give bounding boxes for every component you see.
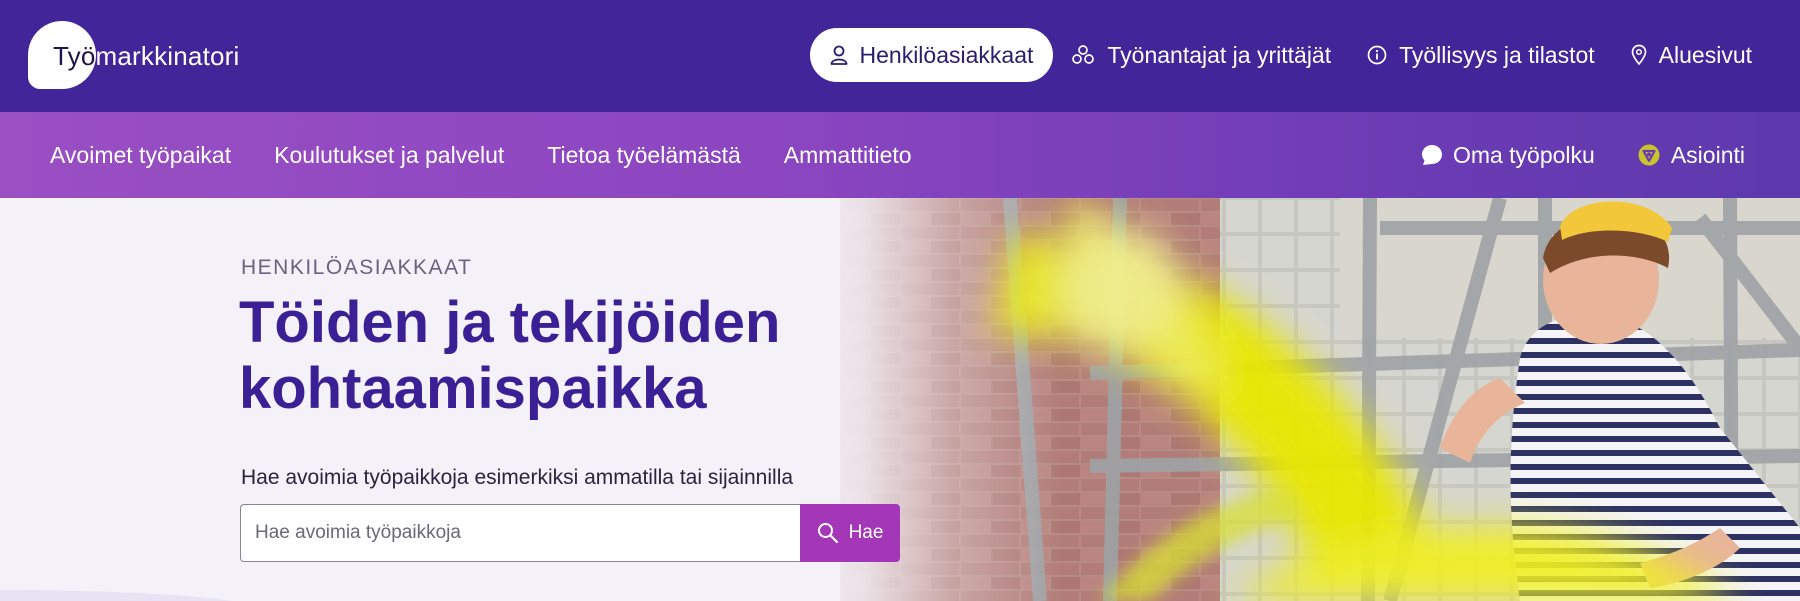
asiointi-icon	[1638, 144, 1660, 166]
search-icon	[817, 523, 838, 544]
top-header: Työmarkkinatori Henkilöasiakkaat Työnant…	[0, 0, 1800, 112]
location-pin-icon	[1631, 44, 1647, 66]
job-search-form: Hae	[240, 504, 900, 562]
audience-link-aluesivut[interactable]: Aluesivut	[1613, 28, 1770, 82]
hero-section: HENKILÖASIAKKAAT Töiden ja tekijöiden ko…	[0, 198, 1800, 601]
hero-title-line2: kohtaamispaikka	[239, 356, 707, 421]
nav-link-label: Asiointi	[1670, 141, 1745, 168]
nav-link-asiointi[interactable]: Asiointi	[1637, 142, 1745, 169]
nav-link-ammattitieto[interactable]: Ammattitieto	[784, 142, 912, 169]
search-button-label: Hae	[848, 522, 884, 543]
nav-link-koulutukset[interactable]: Koulutukset ja palvelut	[274, 142, 504, 169]
hero-title: Töiden ja tekijöiden kohtaamispaikka	[239, 290, 939, 422]
audience-link-tyollisyys[interactable]: Työllisyys ja tilastot	[1349, 28, 1613, 82]
main-nav: Avoimet työpaikat Koulutukset ja palvelu…	[0, 112, 1800, 198]
hero-eyebrow: HENKILÖASIAKKAAT	[241, 256, 473, 279]
logo-text-part1: Työ	[53, 41, 96, 71]
info-icon	[1367, 45, 1387, 65]
job-search-input[interactable]	[240, 504, 800, 562]
audience-link-label: Työnantajat ja yrittäjät	[1107, 41, 1332, 68]
logo-text-part2: markkinatori	[95, 41, 240, 71]
nav-link-oma-tyopolku[interactable]: Oma työpolku	[1421, 142, 1595, 169]
people-group-icon	[1072, 45, 1095, 64]
audience-link-label: Henkilöasiakkaat	[859, 41, 1034, 68]
audience-link-henkiloasiakkaat[interactable]: Henkilöasiakkaat	[809, 28, 1054, 82]
audience-link-label: Aluesivut	[1658, 41, 1752, 68]
nav-link-tietoa-tyoelamasta[interactable]: Tietoa työelämästä	[547, 142, 740, 169]
audience-link-tyonantajat[interactable]: Työnantajat ja yrittäjät	[1053, 28, 1349, 82]
hero-title-line1: Töiden ja tekijöiden	[239, 290, 781, 355]
person-icon	[830, 45, 847, 65]
nav-link-avoimet-tyopaikat[interactable]: Avoimet työpaikat	[50, 142, 231, 169]
search-button[interactable]: Hae	[800, 504, 900, 562]
search-label: Hae avoimia työpaikkoja esimerkiksi amma…	[241, 466, 794, 489]
audience-nav: Henkilöasiakkaat Työnantajat ja yrittäjä…	[809, 28, 1771, 82]
audience-link-label: Työllisyys ja tilastot	[1399, 41, 1595, 68]
speech-bubble-icon	[1421, 145, 1442, 165]
main-nav-left: Avoimet työpaikat Koulutukset ja palvelu…	[50, 112, 955, 198]
main-nav-right: Oma työpolku Asiointi	[1379, 112, 1745, 198]
logo-wordmark: Työmarkkinatori	[53, 41, 240, 72]
nav-link-label: Oma työpolku	[1452, 141, 1595, 168]
